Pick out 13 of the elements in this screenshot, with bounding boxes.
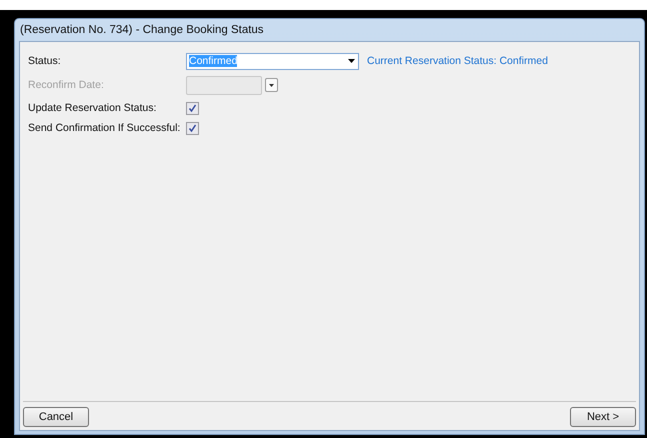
cancel-button[interactable]: Cancel — [23, 407, 89, 427]
field-label: Update Reservation Status: — [28, 102, 158, 114]
window-title: (Reservation No. 734) - Change Booking Status — [19, 23, 265, 38]
dropdown-arrow-icon — [348, 59, 355, 63]
checkbox[interactable] — [186, 122, 199, 134]
current-status-text: Current Reservation Status: Confirmed — [367, 55, 548, 67]
checkbox[interactable] — [186, 102, 199, 114]
field-label: Send Confirmation If Successful: — [28, 122, 182, 134]
field-label: Status: — [28, 55, 62, 67]
field-label: Reconfirm Date: — [28, 79, 105, 91]
caret-icon — [269, 84, 274, 86]
next-button[interactable]: Next > — [570, 407, 636, 427]
date-picker-button[interactable] — [265, 78, 278, 92]
